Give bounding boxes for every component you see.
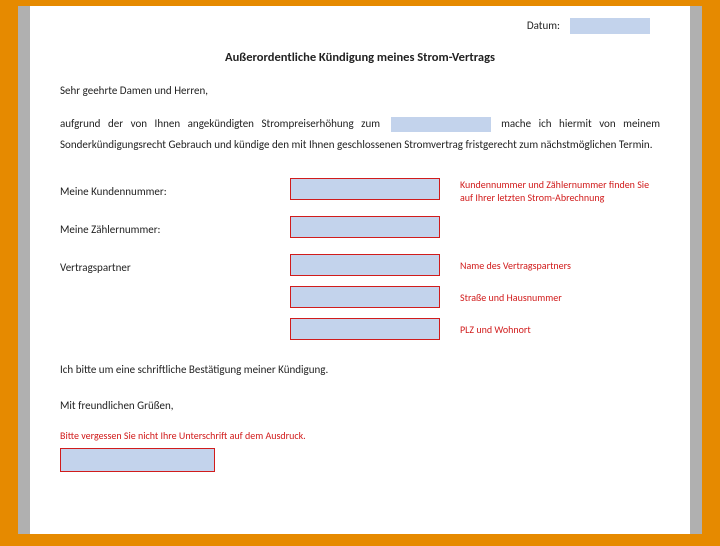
vertragspartner-strasse-hint: Straße und Hausnummer <box>460 291 562 304</box>
price-increase-date-field[interactable] <box>391 117 491 132</box>
vertragspartner-label: Vertragspartner <box>60 260 131 277</box>
zaehlernummer-field[interactable] <box>290 216 440 238</box>
date-label: Datum: <box>527 18 560 35</box>
page-title: Außerordentliche Kündigung meines Strom-… <box>60 49 660 68</box>
vertragspartner-name-field[interactable] <box>290 254 440 276</box>
date-row: Datum: <box>60 18 650 35</box>
kundennummer-field[interactable] <box>290 178 440 200</box>
vertragspartner-strasse-field[interactable] <box>290 286 440 308</box>
para-before: aufgrund der von Ihnen angekündigten Str… <box>60 117 388 130</box>
zaehlernummer-label: Meine Zählernummer: <box>60 222 161 239</box>
vertragspartner-plz-hint: PLZ und Wohnort <box>460 323 531 336</box>
confirmation-request: Ich bitte um eine schriftliche Bestätigu… <box>60 362 660 379</box>
intro-paragraph: aufgrund der von Ihnen angekündigten Str… <box>60 114 660 156</box>
closing: Mit freundlichen Grüßen, <box>60 398 660 415</box>
vertragspartner-plz-field[interactable] <box>290 318 440 340</box>
vertragspartner-name-hint: Name des Vertragspartners <box>460 259 571 272</box>
date-field[interactable] <box>570 18 650 34</box>
kundennummer-hint: Kundennummer und Zählernummer finden Sie… <box>460 178 660 204</box>
kundennummer-label: Meine Kundennummer: <box>60 184 167 201</box>
salutation: Sehr geehrte Damen und Herren, <box>60 83 660 100</box>
document-page: Datum: Außerordentliche Kündigung meines… <box>30 6 690 534</box>
form-area: Meine Kundennummer: Kundennummer und Zäh… <box>60 178 660 348</box>
signature-hint: Bitte vergessen Sie nicht Ihre Unterschr… <box>60 429 660 442</box>
signature-field[interactable] <box>60 448 215 472</box>
